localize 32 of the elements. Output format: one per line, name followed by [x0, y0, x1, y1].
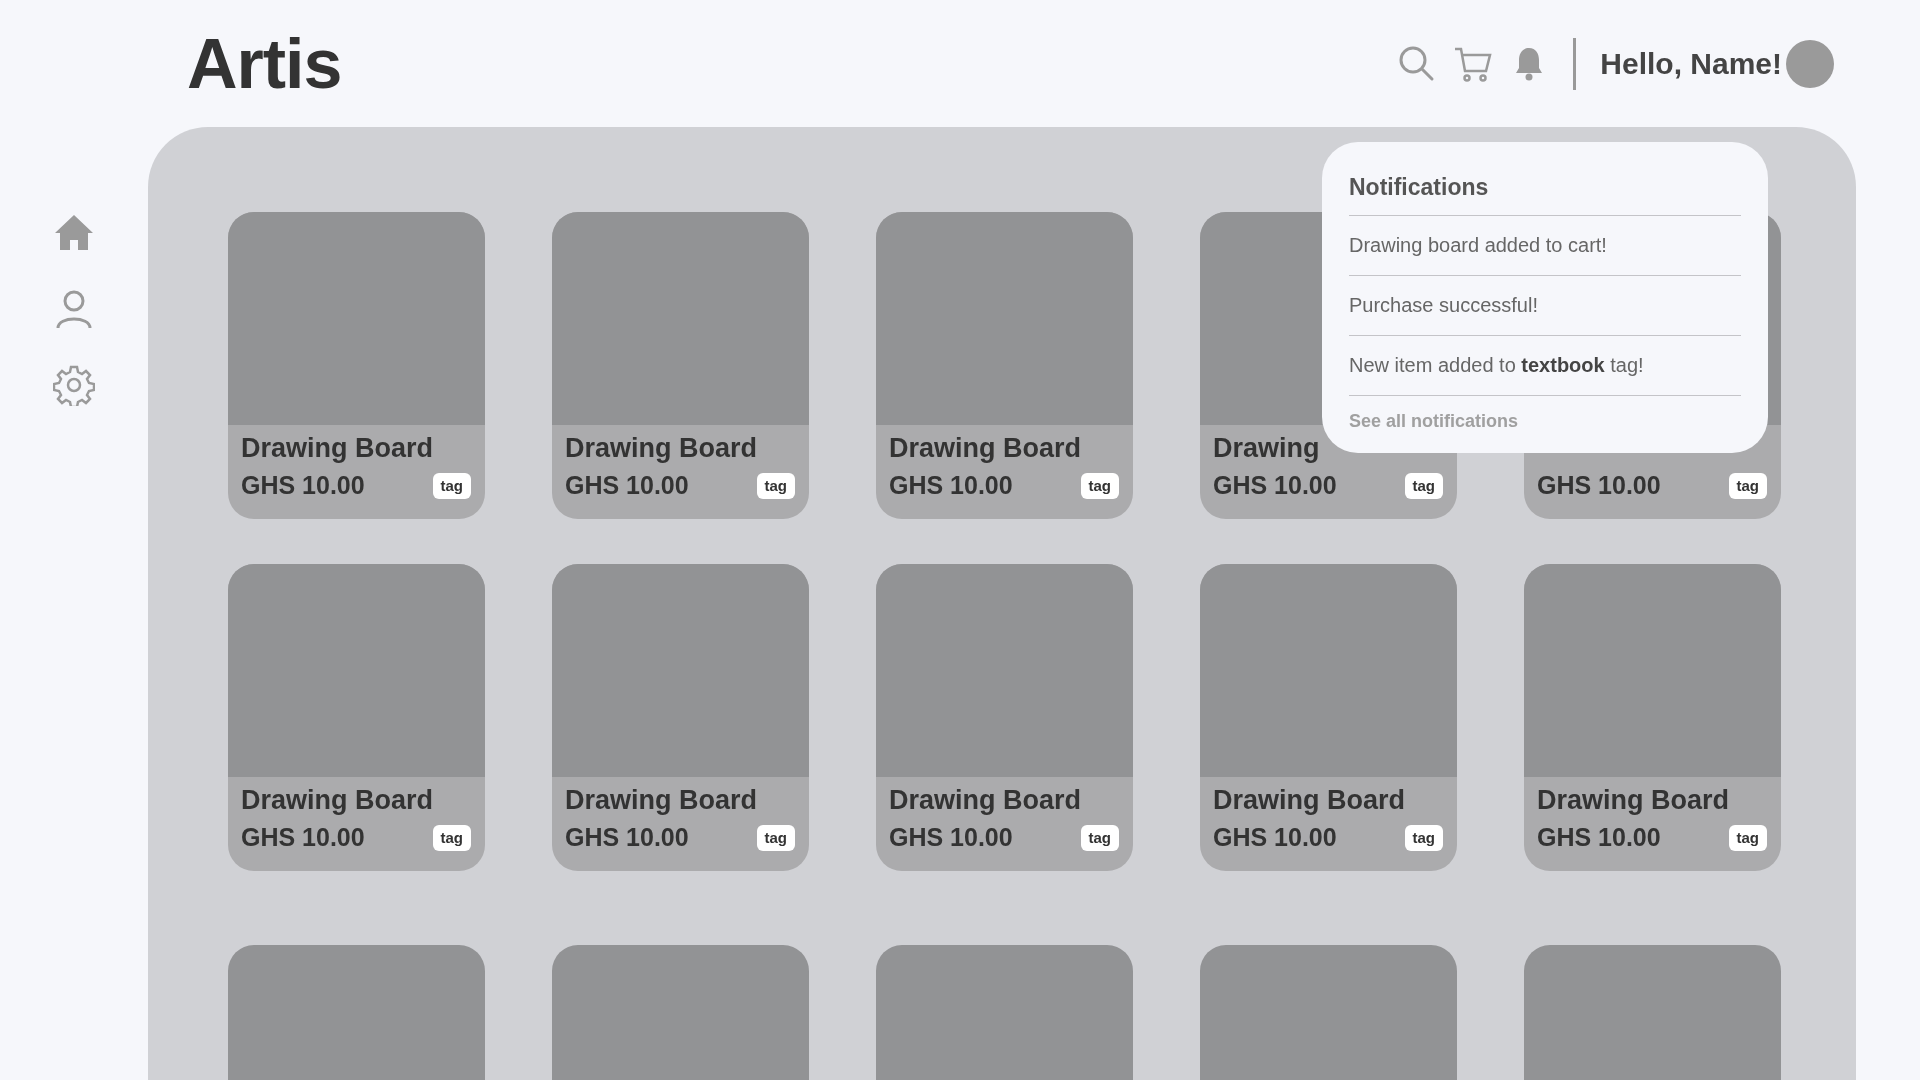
product-price: GHS 10.00	[241, 822, 365, 853]
product-price: GHS 10.00	[1213, 470, 1337, 501]
product-title: Drawing Board	[889, 433, 1082, 463]
product-price: GHS 10.00	[1213, 822, 1337, 853]
product-price: GHS 10.00	[1537, 822, 1661, 853]
greeting-text: Hello, Name!	[1600, 46, 1782, 82]
product-title: Drawing Board	[565, 785, 758, 815]
product-price: GHS 10.00	[889, 822, 1013, 853]
product-title: Drawing Board	[889, 785, 1082, 815]
tag-label: tag	[1404, 824, 1443, 851]
product-title: Drawing Board	[565, 433, 758, 463]
tag-label: tag	[1728, 824, 1767, 851]
product-price: GHS 10.00	[565, 822, 689, 853]
tag-label: tag	[1080, 824, 1119, 851]
tag-label: tag	[1728, 472, 1767, 499]
product-title: Drawing Board	[1213, 785, 1406, 815]
product-title: Drawing Board	[241, 785, 434, 815]
product-title: Drawing Board	[1537, 785, 1730, 815]
tag-label: tag	[432, 472, 471, 499]
product-price: GHS 10.00	[889, 470, 1013, 501]
product-title: Drawing	[1213, 433, 1320, 463]
tag-label: tag	[756, 824, 795, 851]
logo: Artis	[187, 28, 342, 99]
product-price: GHS 10.00	[241, 470, 365, 501]
tag-label: tag	[756, 472, 795, 499]
tag-label: tag	[432, 824, 471, 851]
product-price: GHS 10.00	[1537, 470, 1661, 501]
notifications-title: Notifications	[1349, 170, 1741, 216]
product-title: Drawing Board	[241, 433, 434, 463]
tag-label: tag	[1080, 472, 1119, 499]
product-price: GHS 10.00	[565, 470, 689, 501]
tag-label: tag	[1404, 472, 1443, 499]
